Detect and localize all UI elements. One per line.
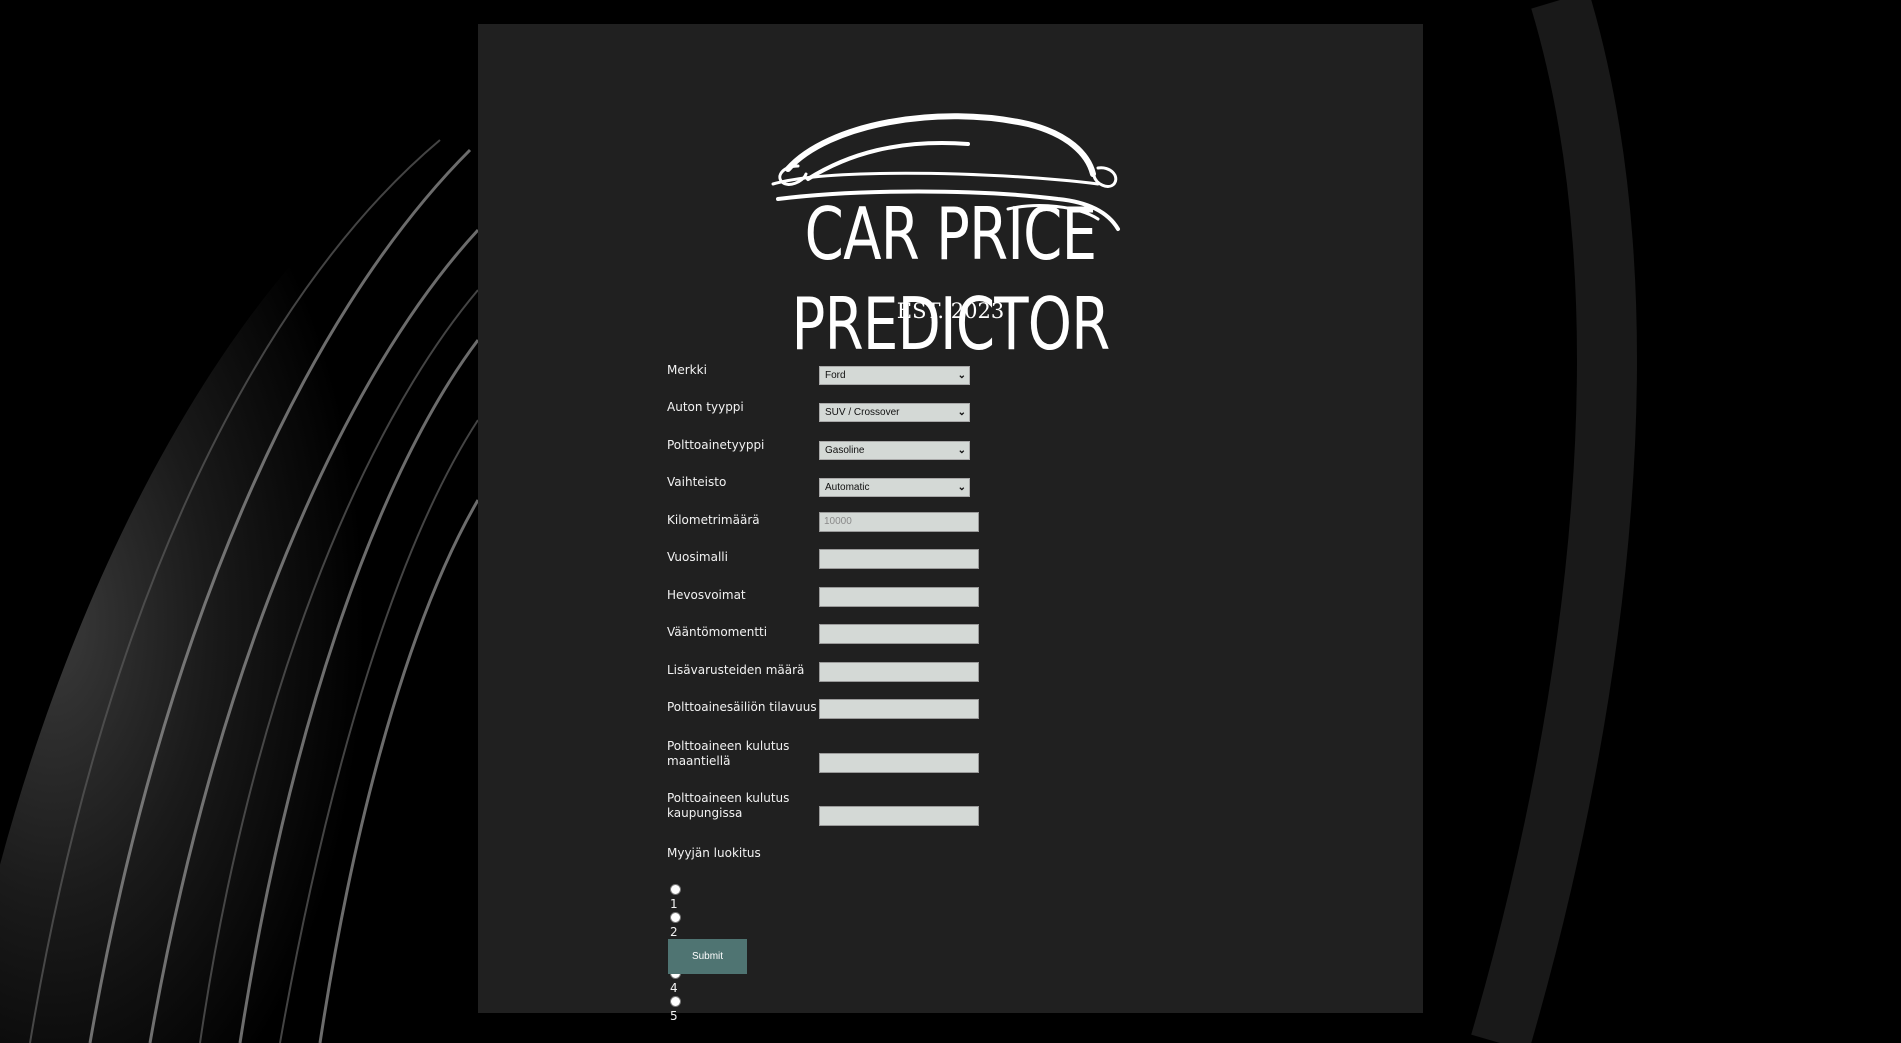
radio-icon[interactable] bbox=[670, 996, 681, 1007]
field-label: Kilometrimäärä bbox=[667, 513, 760, 527]
polttoainetyyppi-select[interactable]: Gasoline ⌄ bbox=[819, 441, 970, 460]
field-label: Vääntömomentti bbox=[667, 625, 768, 639]
rating-option-label: 2 bbox=[670, 925, 678, 939]
select-value: SUV / Crossover bbox=[825, 407, 900, 418]
submit-button[interactable]: Submit bbox=[668, 939, 747, 974]
chevron-down-icon: ⌄ bbox=[957, 407, 966, 418]
select-value: Automatic bbox=[825, 482, 870, 493]
field-label: Polttoaineen kulutus maantiellä bbox=[667, 739, 790, 768]
rating-option-1[interactable]: 1 bbox=[670, 883, 683, 911]
rating-option-label: 4 bbox=[670, 981, 678, 995]
polttoainesailion-tilavuus-input[interactable] bbox=[819, 699, 979, 719]
radio-icon[interactable] bbox=[670, 912, 681, 923]
select-value: Gasoline bbox=[825, 445, 865, 456]
radio-icon[interactable] bbox=[670, 884, 681, 895]
hevosvoimat-input[interactable] bbox=[819, 587, 979, 607]
field-label: Vaihteisto bbox=[667, 475, 727, 489]
kulutus-maantiella-input[interactable] bbox=[819, 753, 979, 773]
rating-option-label: 5 bbox=[670, 1009, 678, 1023]
chevron-down-icon: ⌄ bbox=[957, 482, 966, 493]
merkki-select[interactable]: Ford ⌄ bbox=[819, 366, 970, 385]
field-label: Merkki bbox=[667, 363, 707, 377]
select-value: Ford bbox=[825, 370, 846, 381]
rating-label: Myyjän luokitus bbox=[667, 846, 761, 860]
kilometrimaara-input[interactable]: 10000 bbox=[819, 512, 979, 532]
field-label: Polttoaineen kulutus kaupungissa bbox=[667, 791, 790, 820]
field-label: Vuosimalli bbox=[667, 550, 728, 564]
page-title: CAR PRICE PREDICTOR bbox=[791, 192, 1111, 366]
field-label: Lisävarusteiden määrä bbox=[667, 663, 805, 677]
lisavarusteiden-maara-input[interactable] bbox=[819, 662, 979, 682]
page-subtitle: EST. 2023 bbox=[896, 299, 1005, 323]
rating-option-2[interactable]: 2 bbox=[670, 911, 683, 939]
chevron-down-icon: ⌄ bbox=[957, 445, 966, 456]
field-label: Auton tyyppi bbox=[667, 400, 744, 414]
auton-tyyppi-select[interactable]: SUV / Crossover ⌄ bbox=[819, 403, 970, 422]
rating-option-label: 1 bbox=[670, 897, 678, 911]
form-panel: CAR PRICE PREDICTOR EST. 2023 Merkki For… bbox=[478, 24, 1423, 1023]
vaantomomentti-input[interactable] bbox=[819, 624, 979, 644]
vaihteisto-select[interactable]: Automatic ⌄ bbox=[819, 478, 970, 497]
vuosimalli-input[interactable] bbox=[819, 549, 979, 569]
field-label: Polttoainesäiliön tilavuus bbox=[667, 700, 817, 714]
field-label: Hevosvoimat bbox=[667, 588, 746, 602]
chevron-down-icon: ⌄ bbox=[957, 370, 966, 381]
field-label: Polttoainetyyppi bbox=[667, 438, 765, 452]
rating-option-5[interactable]: 5 bbox=[670, 995, 683, 1023]
kulutus-kaupungissa-input[interactable] bbox=[819, 806, 979, 826]
